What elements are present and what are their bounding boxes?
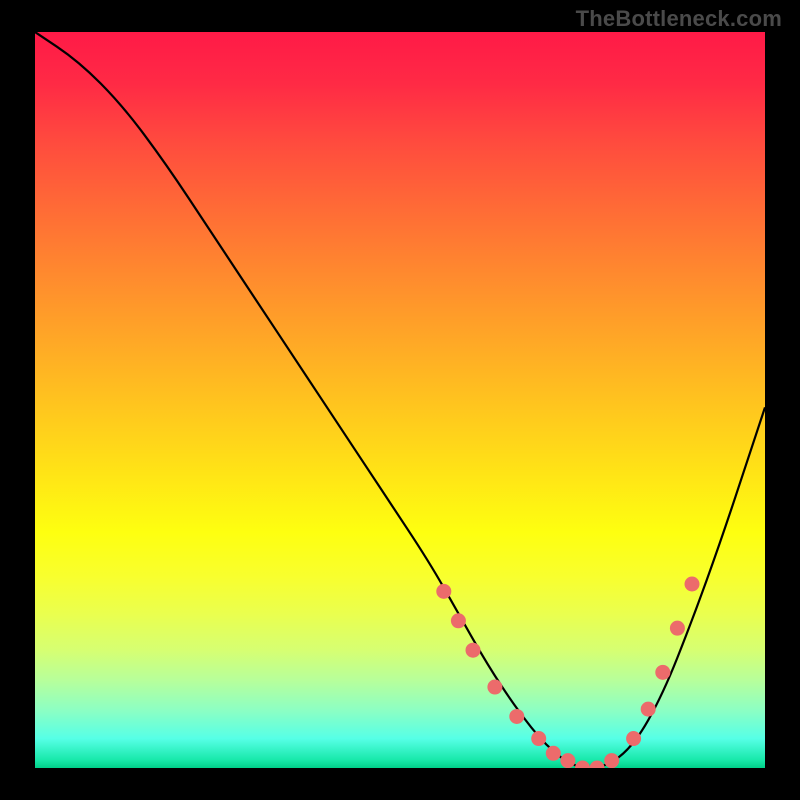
bottleneck-curve: [35, 32, 765, 768]
chart-plot-area: [35, 32, 765, 768]
chart-svg: [35, 32, 765, 768]
highlight-dots: [436, 577, 699, 769]
watermark-text: TheBottleneck.com: [576, 6, 782, 32]
